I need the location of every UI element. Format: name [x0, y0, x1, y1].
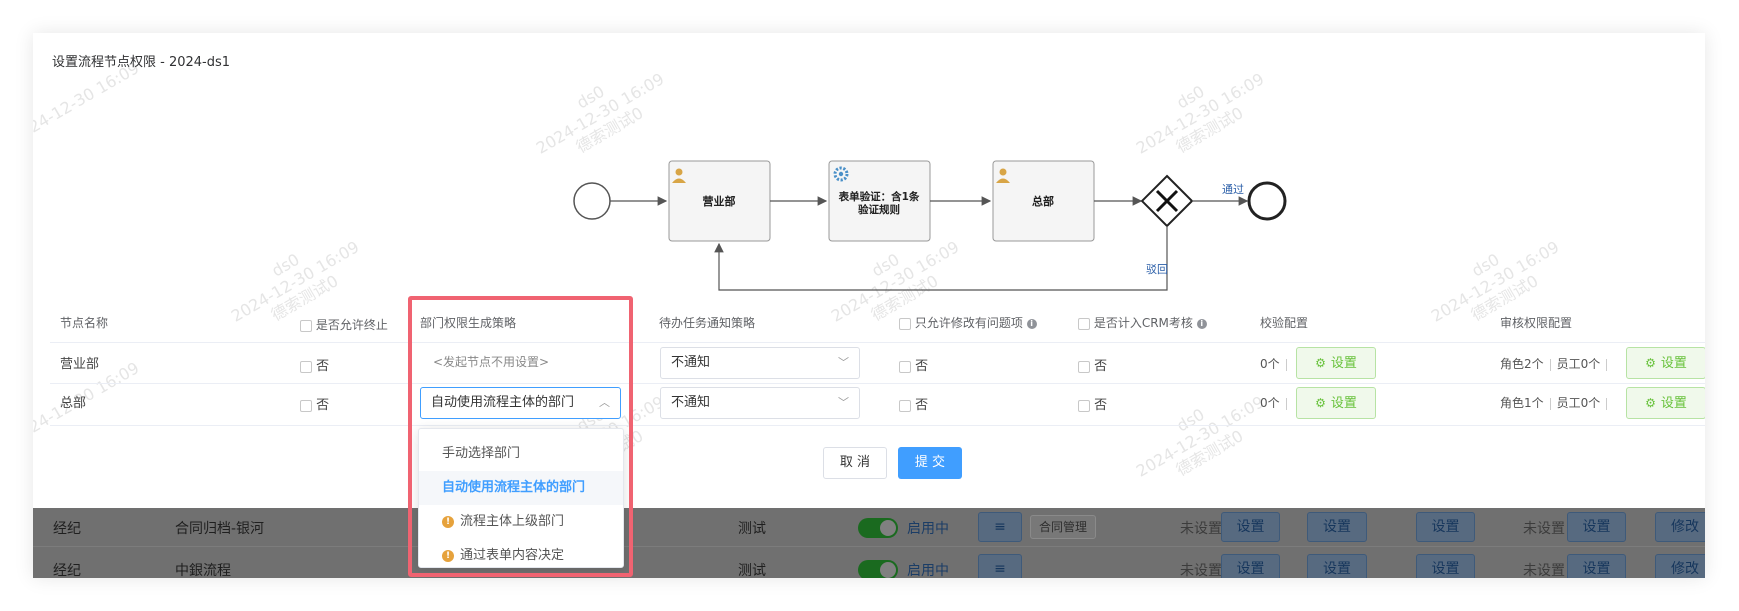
- verify-count: 0个: [1260, 355, 1293, 372]
- audit-settings-button[interactable]: ⚙ 设置: [1626, 347, 1705, 379]
- chevron-down-icon: ﹀: [838, 396, 849, 409]
- end-event: [1247, 181, 1287, 221]
- flow-diagram: 营业部 表单验证：含1条 验证规则 总部 通过 驳回: [573, 160, 1287, 291]
- bg-set-button[interactable]: 设置: [1221, 512, 1280, 542]
- col-node-name: 节点名称: [60, 316, 109, 330]
- bg-set-button[interactable]: 设置: [1307, 554, 1367, 578]
- cancel-button[interactable]: 取 消: [823, 447, 887, 479]
- todo-notify-select[interactable]: 不通知 ﹀: [660, 387, 860, 419]
- svg-text:驳回: 驳回: [1146, 263, 1168, 276]
- col-crm: 是否计入CRM考核 i: [1078, 314, 1207, 331]
- bg-modify-button[interactable]: 修改: [1655, 512, 1705, 542]
- permission-dialog: 2024-12-30 16:09 ds0 2024-12-30 16:09 德索…: [33, 33, 1705, 578]
- gear-icon: ⚙: [1645, 356, 1656, 370]
- status-toggle[interactable]: [858, 518, 898, 538]
- status-toggle[interactable]: [858, 560, 898, 578]
- bg-set-button[interactable]: 设置: [1567, 554, 1626, 578]
- node-name: 营业部: [60, 357, 100, 372]
- audit-settings-button[interactable]: ⚙ 设置: [1626, 387, 1705, 419]
- chevron-down-icon: ﹀: [838, 356, 849, 369]
- info-icon: i: [1196, 318, 1207, 329]
- background-row: 经纪 合同归档-银河 测试 启用中 ≡ 合同管理 未设置 设置 设置 设置 未设…: [33, 508, 1705, 546]
- col-allow-terminate: 是否允许终止: [300, 316, 388, 333]
- allow-terminate-checkbox[interactable]: 否: [300, 355, 329, 374]
- highlight-box: [408, 296, 633, 577]
- header-checkbox[interactable]: [1078, 317, 1090, 330]
- background-row: 经纪 中銀流程 测试 启用中 ≡ 未设置 设置 设置 设置 未设置 设置 修改: [33, 552, 1705, 578]
- gear-icon: ⚙: [1645, 396, 1656, 410]
- crm-checkbox[interactable]: 否: [1078, 355, 1107, 374]
- bg-set-button[interactable]: 设置: [1221, 554, 1280, 578]
- bg-set-button[interactable]: 设置: [1307, 512, 1367, 542]
- col-verify-config: 校验配置: [1260, 316, 1309, 330]
- col-audit-config: 审核权限配置: [1500, 316, 1573, 330]
- bg-set-button[interactable]: 设置: [1567, 512, 1626, 542]
- crm-checkbox[interactable]: 否: [1078, 394, 1107, 413]
- svg-text:表单验证：含1条: 表单验证：含1条: [838, 190, 920, 203]
- col-only-modify: 只允许修改有问题项 i: [899, 314, 1037, 331]
- start-event: [573, 182, 611, 220]
- gear-icon: ⚙: [1315, 356, 1326, 370]
- verify-settings-button[interactable]: ⚙ 设置: [1296, 347, 1376, 379]
- verify-settings-button[interactable]: ⚙ 设置: [1296, 387, 1376, 419]
- allow-terminate-checkbox[interactable]: 否: [300, 394, 329, 413]
- col-todo-notify: 待办任务通知策略: [659, 316, 756, 330]
- gear-icon: ⚙: [1315, 396, 1326, 410]
- bg-set-button[interactable]: 设置: [1416, 512, 1475, 542]
- header-checkbox[interactable]: [300, 319, 312, 332]
- bg-set-button[interactable]: 设置: [1416, 554, 1475, 578]
- submit-button[interactable]: 提 交: [898, 447, 962, 479]
- background-table-overlay: 经纪 合同归档-银河 测试 启用中 ≡ 合同管理 未设置 设置 设置 设置 未设…: [33, 508, 1705, 578]
- todo-notify-select[interactable]: 不通知 ﹀: [660, 347, 860, 379]
- svg-text:总部: 总部: [1032, 194, 1054, 208]
- bg-modify-button[interactable]: 修改: [1655, 554, 1705, 578]
- verify-count: 0个: [1260, 394, 1293, 411]
- only-modify-checkbox[interactable]: 否: [899, 394, 928, 413]
- only-modify-checkbox[interactable]: 否: [899, 355, 928, 374]
- menu-icon[interactable]: ≡: [978, 554, 1022, 578]
- node-name: 总部: [60, 396, 87, 411]
- svg-text:验证规则: 验证规则: [858, 203, 900, 216]
- menu-icon[interactable]: ≡: [978, 512, 1022, 542]
- svg-text:营业部: 营业部: [703, 194, 736, 208]
- audit-counts: 角色1个 员工0个: [1500, 394, 1613, 411]
- header-checkbox[interactable]: [899, 317, 911, 330]
- svg-text:通过: 通过: [1222, 183, 1244, 196]
- info-icon: i: [1026, 318, 1037, 329]
- audit-counts: 角色2个 员工0个: [1500, 355, 1613, 372]
